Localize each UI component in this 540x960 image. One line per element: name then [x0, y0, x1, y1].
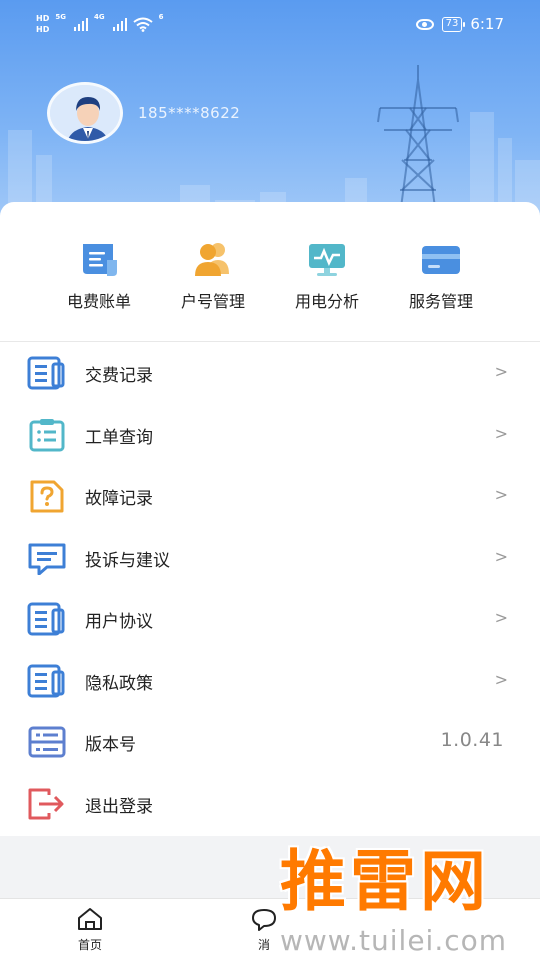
logout-icon: [28, 788, 64, 819]
user-avatar[interactable]: [47, 82, 123, 144]
hd-badges: HD HD: [36, 13, 49, 35]
status-left: HD HD 5G 4G 6: [36, 13, 163, 35]
server-icon: [28, 726, 66, 758]
menu-item-user-agreement[interactable]: 用户协议 >: [0, 588, 540, 650]
menu-item-logout[interactable]: 退出登录: [0, 773, 540, 835]
signal-icon-2: [112, 17, 127, 31]
message-icon: [28, 543, 66, 575]
menu-label: 用户协议: [85, 612, 153, 632]
watermark-url: www.tuilei.com: [280, 924, 508, 957]
clipboard-list-icon: [29, 418, 65, 451]
signal-icon: [73, 17, 88, 31]
document-list-icon: [27, 602, 65, 636]
chevron-right-icon: >: [494, 362, 508, 381]
tab-home[interactable]: 首页: [60, 907, 120, 953]
quick-action-analysis[interactable]: 用电分析: [262, 240, 392, 312]
battery-icon: 73: [441, 16, 466, 32]
menu-item-privacy-policy[interactable]: 隐私政策 >: [0, 650, 540, 712]
watermark-overlay: 推雷网 www.tuilei.com: [270, 842, 540, 960]
quick-action-account[interactable]: 户号管理: [148, 240, 278, 312]
wifi-icon: [132, 17, 153, 32]
hd-bottom-label: HD: [36, 25, 50, 34]
users-icon: [195, 243, 229, 276]
net2-label: 4G: [93, 13, 105, 21]
menu-label: 隐私政策: [85, 673, 153, 694]
menu-item-complaints[interactable]: 投诉与建议 >: [0, 527, 540, 589]
monitor-chart-icon: [309, 244, 345, 276]
menu-label: 故障记录: [85, 489, 153, 509]
bill-icon: [83, 244, 117, 276]
card-icon: [422, 246, 460, 274]
net1-label: 5G: [55, 13, 66, 21]
hd-top-label: HD: [36, 14, 50, 23]
menu-item-payment-records[interactable]: 交费记录 >: [0, 342, 540, 404]
wifi-tag: 6: [158, 13, 164, 21]
chevron-right-icon: >: [494, 669, 508, 689]
menu-item-work-orders[interactable]: 工单查询 >: [0, 404, 540, 466]
quick-action-bill[interactable]: 电费账单: [34, 240, 164, 312]
menu-item-version: 版本号 1.0.41: [0, 711, 540, 773]
quick-actions: 电费账单 户号管理 用电分析 服务管理: [0, 202, 540, 342]
status-bar: HD HD 5G 4G 6 73 6:17: [0, 0, 540, 50]
quick-action-label: 电费账单: [66, 292, 131, 311]
chevron-right-icon: >: [494, 608, 508, 627]
eye-comfort-icon: [415, 18, 434, 30]
version-value: 1.0.41: [440, 729, 504, 751]
menu-label: 退出登录: [85, 796, 153, 817]
menu-label: 投诉与建议: [85, 550, 170, 571]
settings-menu: 交费记录 > 工单查询 > 故障记录 > 投诉与建议 > 用户协议 > 隐私政策…: [0, 342, 540, 834]
watermark-brand: 推雷网: [280, 843, 490, 920]
quick-action-label: 户号管理: [180, 292, 245, 311]
chevron-right-icon: >: [494, 485, 508, 504]
tab-label: 首页: [77, 938, 102, 952]
menu-label: 交费记录: [85, 366, 153, 386]
document-list-icon: [27, 356, 65, 390]
chevron-right-icon: >: [494, 423, 508, 443]
user-phone: 185****8622: [138, 104, 241, 122]
main-card: 电费账单 户号管理 用电分析 服务管理 交费记录 > 工单查询 > 故障记录 >…: [0, 202, 540, 836]
chevron-right-icon: >: [494, 546, 508, 566]
question-file-icon: [30, 480, 64, 513]
quick-action-service[interactable]: 服务管理: [376, 240, 506, 312]
home-icon: [78, 908, 102, 930]
quick-action-label: 用电分析: [294, 292, 359, 311]
menu-item-fault-records[interactable]: 故障记录 >: [0, 465, 540, 527]
document-list-icon: [27, 664, 65, 697]
status-right: 73 6:17: [415, 15, 504, 33]
menu-label: 版本号: [85, 735, 136, 755]
status-time: 6:17: [470, 15, 504, 33]
quick-action-label: 服务管理: [408, 292, 473, 311]
menu-label: 工单查询: [85, 427, 153, 448]
